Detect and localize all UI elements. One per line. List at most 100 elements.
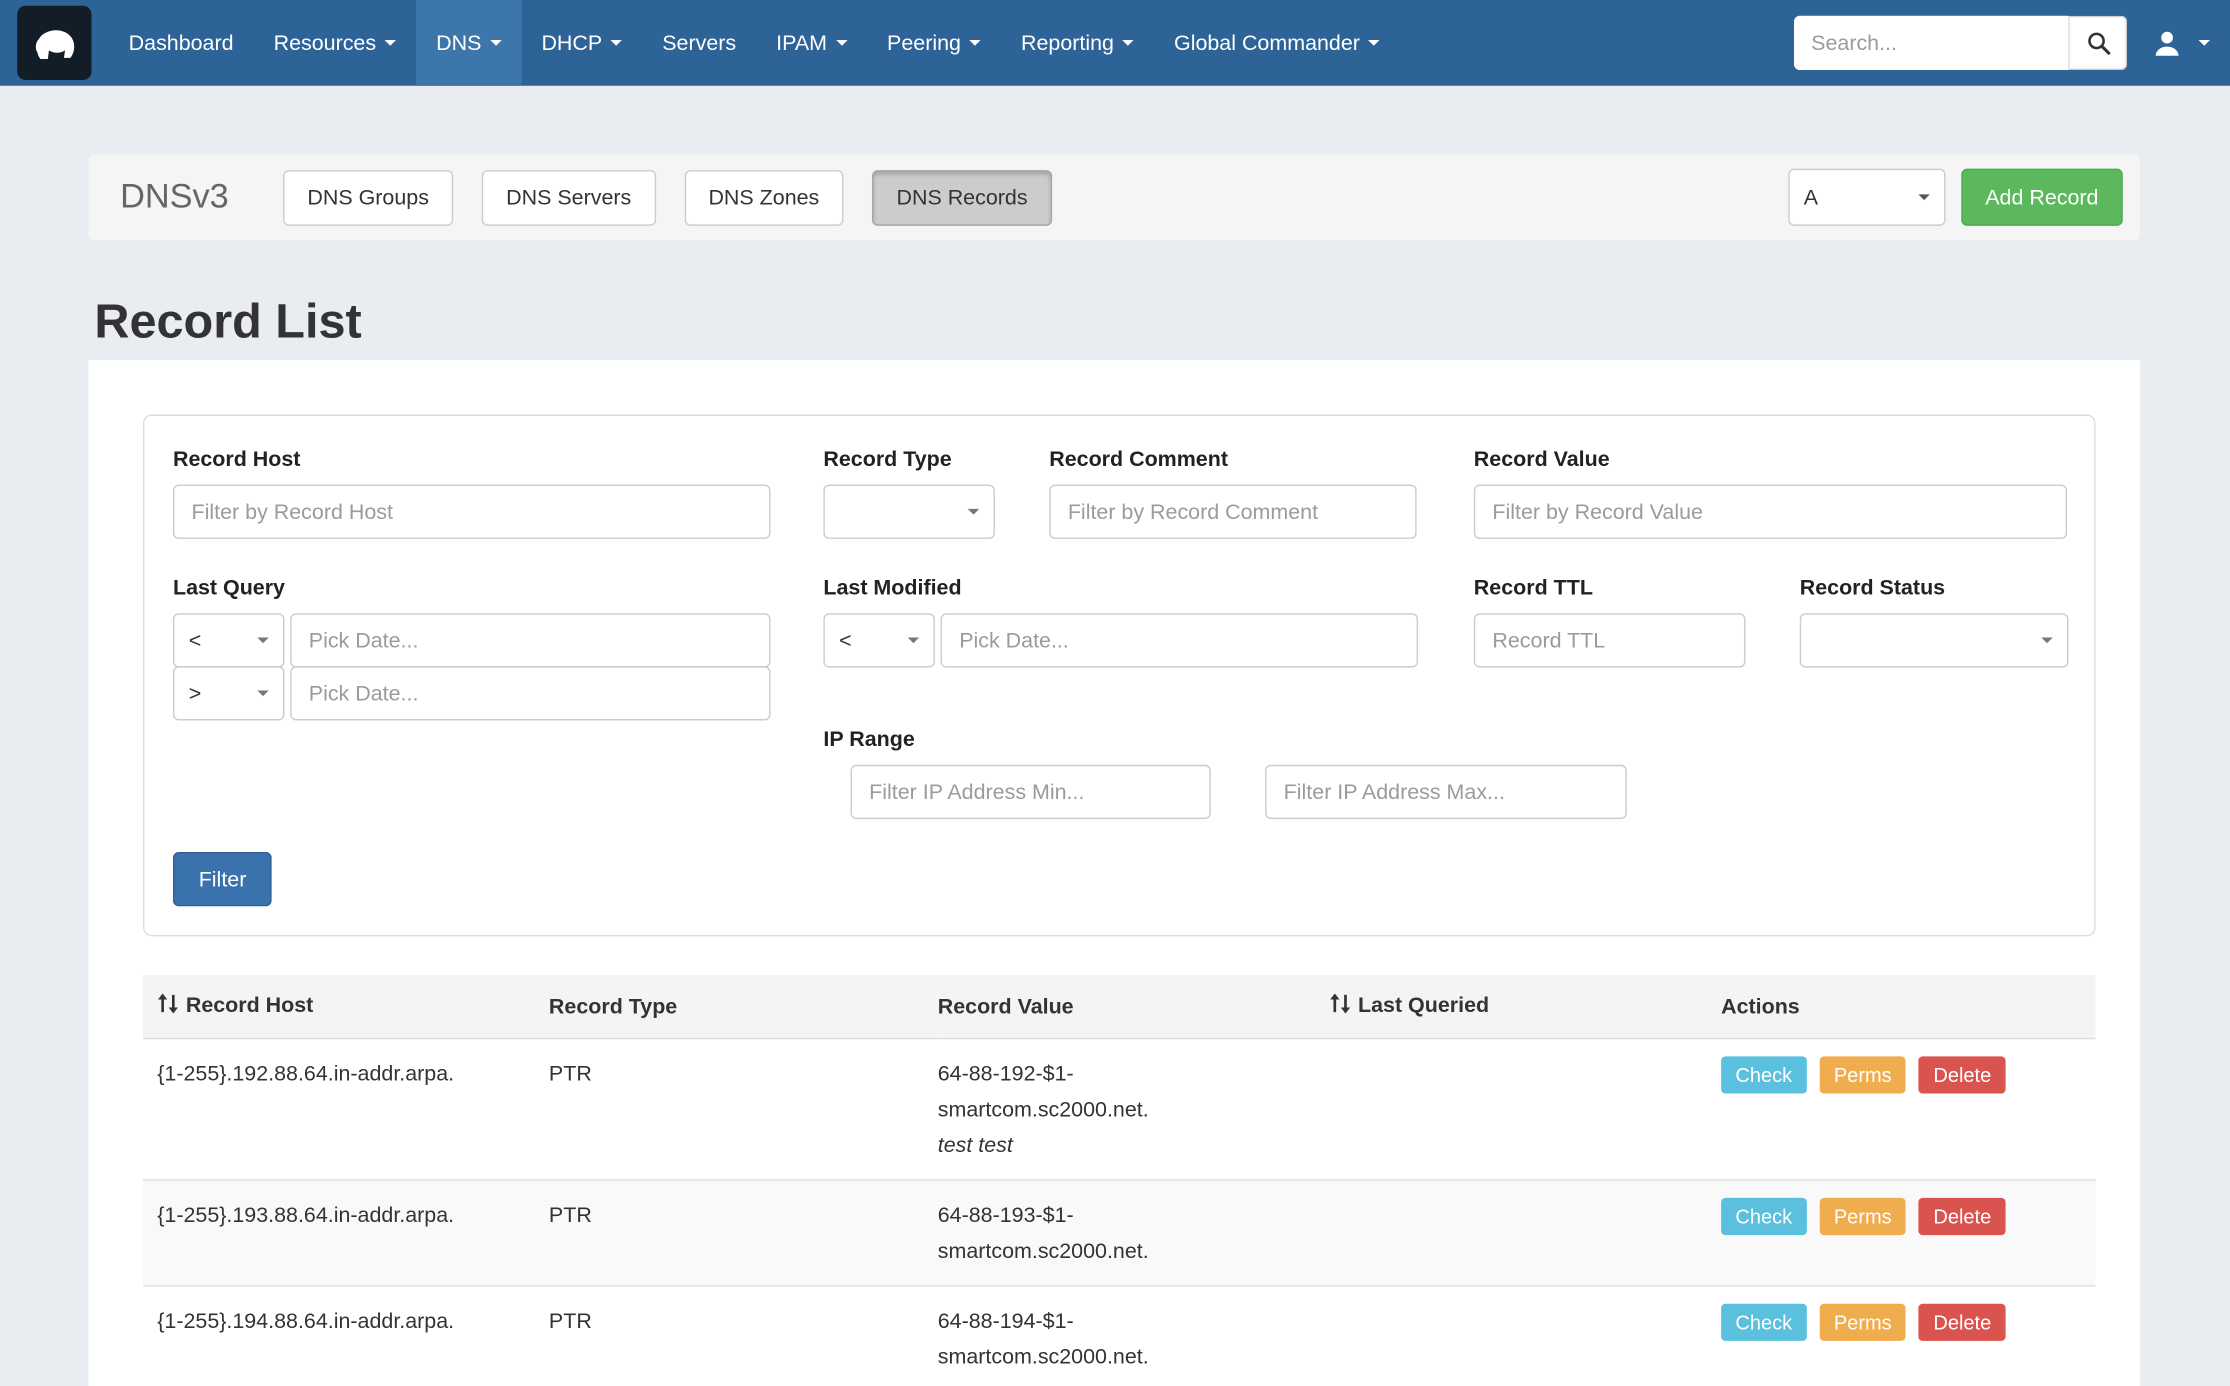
top-navbar: Dashboard Resources DNS DHCP Servers IPA…: [0, 0, 2230, 86]
chevron-down-icon: [1369, 40, 1380, 46]
last-query-label: Last Query: [173, 576, 771, 600]
actions-cell: Check Perms Delete: [1721, 1039, 2096, 1181]
filter-record-comment: Record Comment: [1049, 447, 1416, 538]
search-input[interactable]: [1794, 16, 2068, 70]
actions-cell: Check Perms Delete: [1721, 1286, 2096, 1386]
filter-last-modified: Last Modified <: [823, 576, 1418, 667]
delete-button[interactable]: Delete: [1919, 1304, 2005, 1341]
last-query-lt-operator-select[interactable]: <: [173, 613, 285, 667]
record-type-filter-select[interactable]: [823, 485, 995, 539]
record-type-cell: PTR: [549, 1180, 938, 1286]
mammoth-logo-icon: [30, 21, 79, 64]
record-status-select[interactable]: [1800, 613, 2069, 667]
search-icon: [2085, 30, 2111, 56]
tab-dns-records[interactable]: DNS Records: [872, 169, 1052, 225]
app-logo[interactable]: [17, 6, 91, 80]
record-comment-input[interactable]: [1049, 485, 1416, 539]
chevron-down-icon: [1123, 40, 1134, 46]
col-header-last-queried[interactable]: Last Queried: [1329, 975, 1721, 1039]
tab-dns-zones[interactable]: DNS Zones: [684, 169, 843, 225]
nav-ipam[interactable]: IPAM: [756, 0, 867, 86]
record-host-label: Record Host: [173, 447, 771, 471]
filter-panel: Record Host Record Type Record Comment R…: [143, 415, 2096, 937]
perms-button[interactable]: Perms: [1820, 1304, 1906, 1341]
ip-address-min-input[interactable]: [851, 765, 1211, 819]
filter-submit-button[interactable]: Filter: [173, 852, 272, 906]
last-queried-cell: [1329, 1039, 1721, 1181]
nav-dns[interactable]: DNS: [416, 0, 521, 86]
table-row: {1-255}.194.88.64.in-addr.arpa. PTR 64-8…: [143, 1286, 2096, 1386]
chevron-down-icon: [490, 40, 501, 46]
record-host-cell: {1-255}.192.88.64.in-addr.arpa.: [143, 1039, 549, 1181]
chevron-down-icon: [836, 40, 847, 46]
col-header-record-host[interactable]: Record Host: [143, 975, 549, 1039]
nav-servers[interactable]: Servers: [642, 0, 756, 86]
check-button[interactable]: Check: [1721, 1056, 1806, 1093]
page-title: Record List: [94, 293, 2135, 350]
record-type-cell: PTR: [549, 1286, 938, 1386]
last-modified-date-input[interactable]: [941, 613, 1418, 667]
perms-button[interactable]: Perms: [1820, 1198, 1906, 1235]
col-header-record-type: Record Type: [549, 975, 938, 1039]
sort-icon: [1329, 993, 1350, 1019]
user-menu[interactable]: [2153, 29, 2210, 58]
add-record-button[interactable]: Add Record: [1961, 169, 2123, 226]
check-button[interactable]: Check: [1721, 1198, 1806, 1235]
chevron-down-icon: [908, 638, 919, 644]
record-host-cell: {1-255}.194.88.64.in-addr.arpa.: [143, 1286, 549, 1386]
sort-icon: [157, 993, 178, 1019]
tab-dns-servers[interactable]: DNS Servers: [482, 169, 656, 225]
nav-reporting[interactable]: Reporting: [1001, 0, 1154, 86]
last-query-before-date-input[interactable]: [290, 613, 770, 667]
col-header-record-value: Record Value: [938, 975, 1330, 1039]
chevron-down-icon: [2199, 40, 2210, 46]
dns-tabs: DNS Groups DNS Servers DNS Zones DNS Rec…: [283, 169, 1052, 225]
record-status-label: Record Status: [1800, 576, 2069, 600]
tab-dns-groups[interactable]: DNS Groups: [283, 169, 453, 225]
record-ttl-input[interactable]: [1474, 613, 1746, 667]
search-button[interactable]: [2068, 16, 2127, 70]
record-type-cell: PTR: [549, 1039, 938, 1181]
table-row: {1-255}.193.88.64.in-addr.arpa. PTR 64-8…: [143, 1180, 2096, 1286]
record-type-label: Record Type: [823, 447, 995, 471]
record-comment-text: test test: [938, 1128, 1315, 1164]
main-nav: Dashboard Resources DNS DHCP Servers IPA…: [109, 0, 1400, 86]
record-value-cell: 64-88-193-$1-smartcom.sc2000.net.: [938, 1180, 1330, 1286]
record-host-input[interactable]: [173, 485, 771, 539]
chevron-down-icon: [257, 690, 268, 696]
record-value-input[interactable]: [1474, 485, 2067, 539]
last-queried-cell: [1329, 1180, 1721, 1286]
actions-cell: Check Perms Delete: [1721, 1180, 2096, 1286]
last-query-after-date-input[interactable]: [290, 666, 770, 720]
record-ttl-label: Record TTL: [1474, 576, 1746, 600]
dns-subheader: DNSv3 DNS Groups DNS Servers DNS Zones D…: [89, 154, 2140, 240]
delete-button[interactable]: Delete: [1919, 1056, 2005, 1093]
filter-record-host: Record Host: [173, 447, 771, 538]
nav-global-commander[interactable]: Global Commander: [1154, 0, 1400, 86]
nav-peering[interactable]: Peering: [867, 0, 1001, 86]
record-value-label: Record Value: [1474, 447, 2067, 471]
filter-last-query: Last Query < >: [173, 576, 771, 720]
filter-record-ttl: Record TTL: [1474, 576, 1746, 667]
table-header-row: Record Host Record Type Record Value Las…: [143, 975, 2096, 1039]
delete-button[interactable]: Delete: [1919, 1198, 2005, 1235]
record-host-cell: {1-255}.193.88.64.in-addr.arpa.: [143, 1180, 549, 1286]
filter-record-value: Record Value: [1474, 447, 2067, 538]
record-value-cell: 64-88-194-$1-smartcom.sc2000.net.: [938, 1286, 1330, 1386]
ip-address-max-input[interactable]: [1265, 765, 1627, 819]
perms-button[interactable]: Perms: [1820, 1056, 1906, 1093]
check-button[interactable]: Check: [1721, 1304, 1806, 1341]
record-type-select[interactable]: A: [1788, 169, 1945, 226]
nav-dashboard[interactable]: Dashboard: [109, 0, 254, 86]
table-row: {1-255}.192.88.64.in-addr.arpa. PTR 64-8…: [143, 1039, 2096, 1181]
nav-resources[interactable]: Resources: [254, 0, 417, 86]
chevron-down-icon: [257, 638, 268, 644]
chevron-down-icon: [1918, 194, 1929, 200]
chevron-down-icon: [968, 509, 979, 515]
last-modified-operator-select[interactable]: <: [823, 613, 935, 667]
col-header-actions: Actions: [1721, 975, 2096, 1039]
nav-dhcp[interactable]: DHCP: [521, 0, 642, 86]
last-queried-cell: [1329, 1286, 1721, 1386]
chevron-down-icon: [385, 40, 396, 46]
last-query-gt-operator-select[interactable]: >: [173, 666, 285, 720]
